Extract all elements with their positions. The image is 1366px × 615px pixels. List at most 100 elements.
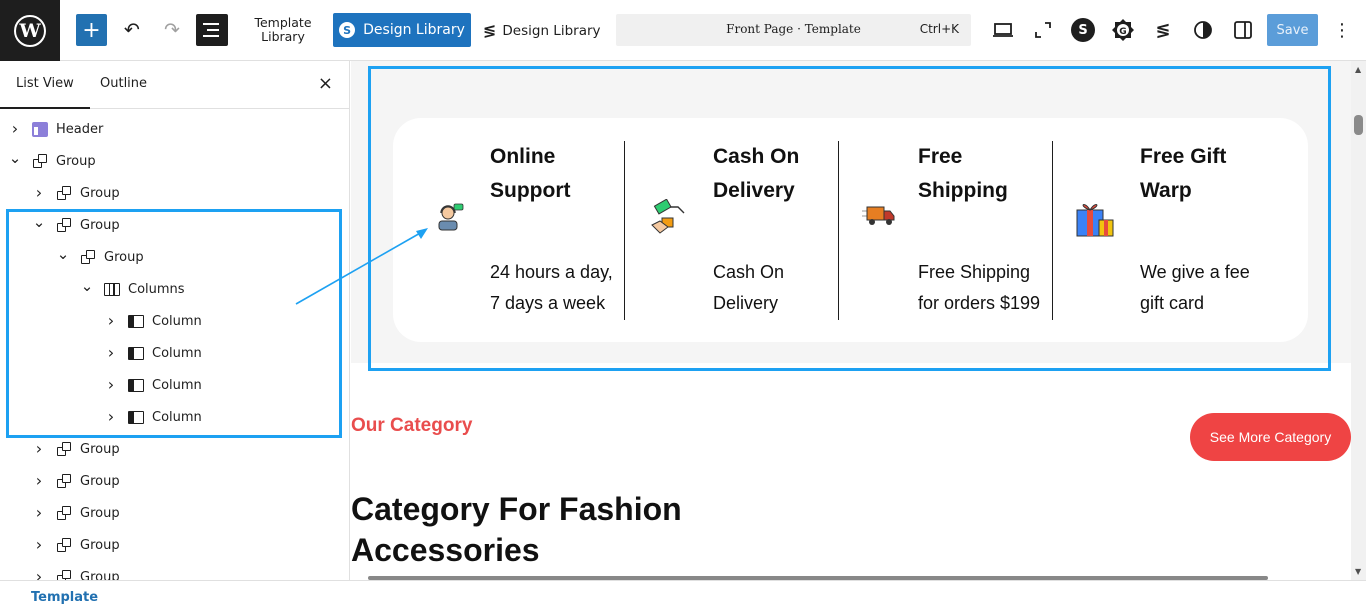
style-toggle-button[interactable] [1189,16,1217,44]
command-shortcut: Ctrl+K [919,22,959,36]
stackable-icon: S [339,22,356,38]
feature-divider-2 [838,141,839,320]
tab-list-view[interactable]: List View [0,76,90,109]
stackable-menu-button[interactable]: ≶ [1149,16,1177,44]
list-view-sidebar: List View Outline × › Header ⌄ Group › Group ⌄… [0,61,350,585]
wordpress-icon: W [14,14,46,47]
stackable-settings-button[interactable]: S [1069,16,1097,44]
close-icon[interactable]: × [318,73,333,94]
stackable-circle-icon: S [1071,18,1095,42]
design-library-link[interactable]: ≶ Design Library [483,21,601,40]
options-menu-button[interactable]: ⋮ [1328,16,1356,44]
scroll-down-icon[interactable]: ▼ [1355,567,1361,576]
list-view-item-group[interactable]: › Group [32,433,120,465]
feature-desc-3: Free Shipping for orders $199 [918,262,1041,313]
list-view-item-group[interactable]: › Group [32,529,120,561]
chevron-right-icon[interactable]: › [104,345,118,361]
command-palette-bar[interactable]: Front Page · Template Ctrl+K [616,14,971,46]
support-agent-icon [438,203,464,231]
design-library-button[interactable]: S Design Library [333,13,471,47]
chevron-down-icon[interactable]: ⌄ [32,213,46,231]
chevron-right-icon[interactable]: › [32,473,46,489]
gift-box-icon [1076,204,1114,237]
chevron-right-icon[interactable]: › [32,441,46,457]
sidebar-icon [1234,21,1252,39]
feature-desc-1: 24 hours a day, 7 days a week [490,262,613,313]
settings-sidebar-button[interactable] [1229,16,1257,44]
list-view-item-column[interactable]: › Column [104,305,202,337]
contrast-icon [1194,21,1212,39]
list-view-item-label: Group [80,473,120,489]
column-icon [128,345,144,361]
feature-title-2: Cash On Delivery [713,145,800,202]
group-icon [32,153,48,169]
list-view-item-group[interactable]: ⌄ Group [56,241,144,273]
chevron-right-icon[interactable]: › [8,121,22,137]
list-view-icon [203,23,219,25]
feature-desc-2: Cash On Delivery [713,262,785,313]
list-view-item-group[interactable]: › Group [32,465,120,497]
chevron-right-icon[interactable]: › [104,313,118,329]
see-more-category-button[interactable]: See More Category [1190,413,1351,461]
chevron-down-icon[interactable]: ⌄ [80,277,94,295]
chevron-right-icon[interactable]: › [32,537,46,553]
list-view-item-group[interactable]: › Group [32,497,120,529]
chevron-right-icon[interactable]: › [32,185,46,201]
design-library-link-label: Design Library [502,22,601,39]
save-button[interactable]: Save [1267,14,1318,46]
editor-toolbar: W + ↶ ↷ Template Library S Design Librar… [0,0,1366,61]
category-heading: Category For Fashion Accessories [351,491,682,568]
scroll-up-icon[interactable]: ▲ [1355,65,1361,74]
chevron-down-icon[interactable]: ⌄ [56,245,70,263]
group-icon [56,185,72,201]
redo-icon: ↷ [164,19,180,41]
feature-divider-3 [1052,141,1053,320]
stackable-zig-icon: ≶ [1155,19,1171,41]
list-view-item-group[interactable]: ⌄ Group [8,145,96,177]
plus-icon: + [82,17,101,43]
svg-text:G: G [1119,27,1126,37]
list-view-toggle-button[interactable] [196,14,228,46]
chevron-right-icon[interactable]: › [104,377,118,393]
template-library-button[interactable]: Template Library [248,16,318,44]
list-view-item-column[interactable]: › Column [104,337,202,369]
fullscreen-button[interactable] [1029,16,1057,44]
group-icon [56,441,72,457]
list-view-item-label: Group [80,441,120,457]
add-block-button[interactable]: + [76,14,107,46]
undo-icon: ↶ [124,19,140,41]
cash-hand-icon [651,199,685,234]
group-icon [80,249,96,265]
list-view-item-columns[interactable]: ⌄ Columns [80,273,185,305]
scroll-thumb[interactable] [1354,115,1363,135]
list-view-item-column[interactable]: › Column [104,401,202,433]
list-view-item-label: Group [80,185,120,201]
chevron-down-icon[interactable]: ⌄ [8,149,22,167]
undo-button[interactable]: ↶ [117,14,147,46]
document-title: Front Page · Template [726,22,861,36]
list-view-item-header[interactable]: › Header [8,113,103,145]
preview-device-button[interactable] [989,16,1017,44]
list-view-item-column[interactable]: › Column [104,369,202,401]
group-icon [56,537,72,553]
list-view-item-group[interactable]: › Group [32,177,120,209]
breadcrumb-template[interactable]: Template [31,590,98,605]
chevron-right-icon[interactable]: › [104,409,118,425]
more-vertical-icon: ⋮ [1333,19,1351,41]
list-view-item-label: Header [56,121,104,137]
list-view-item-label: Group [56,153,96,169]
gutenverse-button[interactable]: G [1109,16,1137,44]
redo-button[interactable]: ↷ [157,14,187,46]
editor-canvas: Online Support 24 hours a day, 7 days a … [351,61,1351,580]
tab-outline[interactable]: Outline [100,76,147,91]
list-view-item-group[interactable]: ⌄ Group [32,209,120,241]
list-view-item-label: Group [80,505,120,521]
canvas-scrollbar[interactable]: ▲ ▼ [1351,61,1366,580]
list-view-item-label: Column [152,377,202,393]
chevron-right-icon[interactable]: › [32,505,46,521]
list-view-item-label: Column [152,345,202,361]
list-view-item-label: Group [80,537,120,553]
wordpress-logo-button[interactable]: W [0,0,60,61]
list-view-item-label: Column [152,313,202,329]
feature-title-1: Online Support [490,145,571,202]
